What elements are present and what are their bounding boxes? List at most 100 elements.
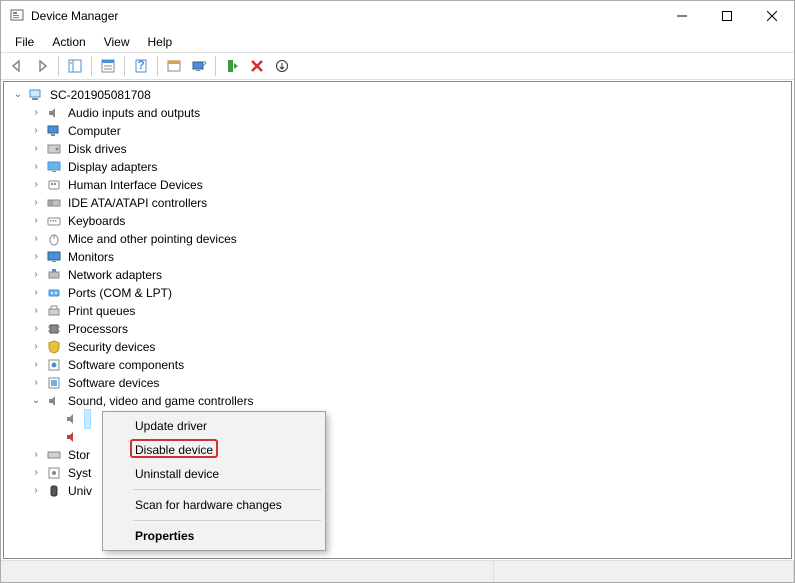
category-icon [46, 177, 62, 193]
toolbar: ? [1, 52, 794, 80]
tree-category[interactable]: › Security devices [10, 338, 791, 356]
expand-icon[interactable]: › [28, 483, 44, 499]
menubar: File Action View Help [1, 31, 794, 52]
show-hide-tree-button[interactable] [63, 54, 87, 78]
category-label: Disk drives [66, 140, 129, 158]
back-button[interactable] [5, 54, 29, 78]
expand-icon[interactable]: › [28, 249, 44, 265]
category-label: Software devices [66, 374, 161, 392]
tree-category[interactable]: › Software components [10, 356, 791, 374]
forward-button[interactable] [30, 54, 54, 78]
root-label: SC-201905081708 [48, 86, 153, 104]
expand-icon[interactable]: › [28, 123, 44, 139]
ctx-scan-hardware[interactable]: Scan for hardware changes [105, 493, 323, 517]
category-icon [46, 123, 62, 139]
minimize-button[interactable] [659, 1, 704, 31]
tree-category-expanded[interactable]: ⌄ Sound, video and game controllers [10, 392, 791, 410]
app-icon [9, 8, 25, 24]
close-button[interactable] [749, 1, 794, 31]
tree-category[interactable]: ›Processors [10, 320, 791, 338]
collapse-icon[interactable]: ⌄ [10, 87, 26, 103]
category-icon [46, 159, 62, 175]
toolbar-separator [91, 56, 92, 76]
tree-category[interactable]: › IDE ATA/ATAPI controllers [10, 194, 791, 212]
tree-category[interactable]: › Network adapters [10, 266, 791, 284]
expand-icon[interactable]: › [28, 339, 44, 355]
menu-file[interactable]: File [7, 33, 42, 51]
ctx-disable-device[interactable]: Disable device [105, 438, 323, 462]
sound-icon [64, 411, 80, 427]
category-label: Security devices [66, 338, 157, 356]
expand-icon[interactable]: › [28, 141, 44, 157]
tree-category[interactable]: ›Monitors [10, 248, 791, 266]
tree-category[interactable]: ›Keyboards [10, 212, 791, 230]
category-icon [46, 285, 62, 301]
category-label: Human Interface Devices [66, 176, 205, 194]
help-button[interactable]: ? [129, 54, 153, 78]
category-label: Ports (COM & LPT) [66, 284, 174, 302]
sound-icon [46, 393, 62, 409]
collapse-icon[interactable]: ⌄ [28, 393, 44, 409]
tree-category[interactable]: › Disk drives [10, 140, 791, 158]
expand-icon[interactable]: › [28, 375, 44, 391]
expand-icon[interactable]: › [28, 303, 44, 319]
scan-hardware-button[interactable] [187, 54, 211, 78]
action-button[interactable] [162, 54, 186, 78]
device-label [84, 428, 91, 446]
category-label: Software components [66, 356, 186, 374]
category-label: Display adapters [66, 158, 159, 176]
expand-icon[interactable]: › [28, 465, 44, 481]
tree-category[interactable]: › Software devices [10, 374, 791, 392]
category-icon [46, 465, 62, 481]
toolbar-separator [124, 56, 125, 76]
expand-icon[interactable]: › [28, 321, 44, 337]
category-label: Network adapters [66, 266, 164, 284]
computer-icon [28, 87, 44, 103]
properties-button[interactable] [96, 54, 120, 78]
no-expand [46, 429, 62, 445]
uninstall-button[interactable] [245, 54, 269, 78]
expand-icon[interactable]: › [28, 285, 44, 301]
menu-help[interactable]: Help [140, 33, 181, 51]
tree-category[interactable]: ›Mice and other pointing devices [10, 230, 791, 248]
category-icon [46, 105, 62, 121]
update-button[interactable] [270, 54, 294, 78]
tree-category[interactable]: ›Computer [10, 122, 791, 140]
menu-view[interactable]: View [96, 33, 138, 51]
expand-icon[interactable]: › [28, 159, 44, 175]
expand-icon[interactable]: › [28, 105, 44, 121]
category-label: Stor [66, 446, 92, 464]
expand-icon[interactable]: › [28, 267, 44, 283]
ctx-update-driver[interactable]: Update driver [105, 414, 323, 438]
tree-category[interactable]: ›Audio inputs and outputs [10, 104, 791, 122]
expand-icon[interactable]: › [28, 177, 44, 193]
tree-root[interactable]: ⌄ SC-201905081708 [10, 86, 791, 104]
tree-category[interactable]: › Ports (COM & LPT) [10, 284, 791, 302]
statusbar [1, 560, 794, 582]
category-label: Print queues [66, 302, 137, 320]
category-icon [46, 447, 62, 463]
svg-text:?: ? [137, 58, 144, 72]
expand-icon[interactable]: › [28, 213, 44, 229]
category-label: Sound, video and game controllers [66, 392, 255, 410]
expand-icon[interactable]: › [28, 195, 44, 211]
context-menu-separator [133, 520, 321, 521]
menu-action[interactable]: Action [44, 33, 93, 51]
toolbar-separator [58, 56, 59, 76]
tree-category[interactable]: › Human Interface Devices [10, 176, 791, 194]
status-pane-2 [494, 561, 794, 582]
expand-icon[interactable]: › [28, 231, 44, 247]
maximize-button[interactable] [704, 1, 749, 31]
category-label: IDE ATA/ATAPI controllers [66, 194, 209, 212]
category-icon [46, 357, 62, 373]
tree-category[interactable]: › Display adapters [10, 158, 791, 176]
expand-icon[interactable]: › [28, 447, 44, 463]
ctx-properties[interactable]: Properties [105, 524, 323, 548]
category-icon [46, 303, 62, 319]
expand-icon[interactable]: › [28, 357, 44, 373]
ctx-uninstall-device[interactable]: Uninstall device [105, 462, 323, 486]
tree-category[interactable]: › Print queues [10, 302, 791, 320]
status-pane-1 [1, 561, 494, 582]
category-icon [46, 141, 62, 157]
enable-button[interactable] [220, 54, 244, 78]
